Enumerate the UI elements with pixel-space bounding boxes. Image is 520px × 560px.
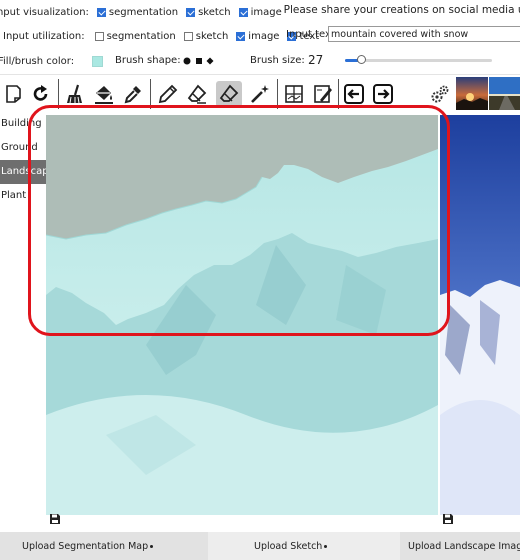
checkbox-unchecked-icon[interactable] [94, 31, 104, 41]
input-utilization-label: Input utilization: [3, 30, 85, 42]
output-preview-image [440, 115, 520, 515]
checkbox-checked-icon[interactable] [238, 7, 248, 17]
edit-image-icon[interactable] [310, 81, 336, 107]
magic-wand-icon[interactable] [247, 81, 273, 107]
share-message: Please share your creations on social me… [283, 4, 520, 16]
input-visualization-row: Input visualization: segmentation sketch… [0, 4, 282, 20]
input-text-field[interactable] [328, 26, 520, 42]
layout-icon[interactable] [281, 81, 307, 107]
settings-gears-icon[interactable] [427, 81, 453, 107]
highlight-annotation [28, 105, 450, 336]
landscape-thumbnail-road[interactable] [489, 77, 520, 110]
landscape-thumbnail-sunset[interactable] [456, 77, 488, 110]
diamond-shape-icon[interactable] [206, 57, 214, 68]
checkbox-checked-icon[interactable] [96, 7, 106, 17]
slider-thumb[interactable] [357, 55, 366, 64]
brush-size-label: Brush size: [250, 55, 305, 66]
brush-color-swatch[interactable] [92, 56, 103, 67]
brush-row: Fill/brush color: [0, 52, 74, 70]
circle-shape-icon[interactable] [183, 57, 191, 68]
arrow-right-icon[interactable] [370, 81, 396, 107]
util-segmentation-checkbox[interactable]: segmentation [94, 31, 176, 42]
checkbox-unchecked-icon[interactable] [183, 31, 193, 41]
new-page-icon[interactable] [0, 81, 26, 107]
vis-sketch-checkbox[interactable]: sketch [186, 7, 231, 18]
clear-broom-icon[interactable] [62, 81, 88, 107]
save-icon[interactable] [49, 513, 61, 525]
brush-size-value: 27 [308, 53, 324, 67]
brush-color-label: Fill/brush color: [0, 55, 75, 67]
input-visualization-label: Input visualization: [0, 6, 89, 18]
upload-sketch-button[interactable]: Upload Sketch [254, 541, 328, 552]
vis-segmentation-checkbox[interactable]: segmentation [96, 7, 178, 18]
pencil-icon[interactable] [155, 81, 181, 107]
info-dot-icon [324, 545, 328, 548]
util-sketch-checkbox[interactable]: sketch [183, 31, 228, 42]
save-icon[interactable] [442, 513, 454, 525]
brush-size-slider[interactable] [345, 59, 492, 62]
fill-bucket-icon[interactable] [91, 81, 117, 107]
brush-shape-label: Brush shape: [115, 55, 181, 66]
input-utilization-row: Input utilization: segmentation sketch i… [0, 28, 319, 44]
eraser-icon[interactable] [184, 81, 210, 107]
util-image-checkbox[interactable]: image [236, 31, 279, 42]
checkbox-checked-icon[interactable] [236, 31, 246, 41]
upload-segmentation-button[interactable]: Upload Segmentation Map [22, 541, 154, 552]
eyedropper-icon[interactable] [120, 81, 146, 107]
upload-landscape-button[interactable]: Upload Landscape Imag [408, 541, 520, 552]
vis-image-checkbox[interactable]: image [238, 7, 282, 18]
eraser-active-icon[interactable] [216, 81, 242, 107]
info-dot-icon [150, 545, 154, 548]
redo-icon[interactable] [28, 81, 54, 107]
square-shape-icon[interactable] [195, 57, 203, 68]
arrow-left-icon[interactable] [341, 81, 367, 107]
checkbox-checked-icon[interactable] [186, 7, 196, 17]
